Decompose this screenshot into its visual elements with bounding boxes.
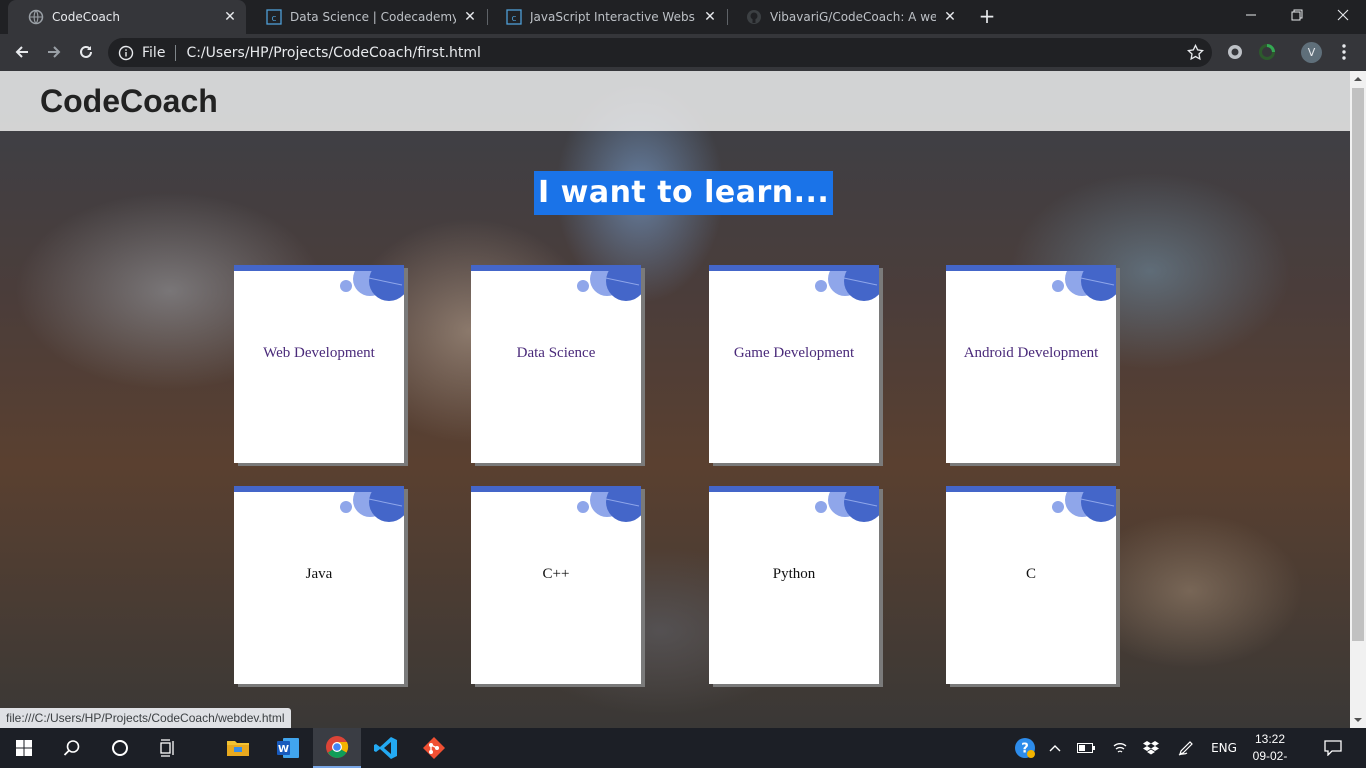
clock-time: 13:22 bbox=[1254, 732, 1286, 746]
address-separator bbox=[175, 44, 177, 61]
address-bar[interactable]: File C:/Users/HP/Projects/CodeCoach/firs… bbox=[108, 38, 1212, 67]
restore-button[interactable] bbox=[1274, 0, 1320, 30]
card-decoration-icon bbox=[815, 492, 879, 522]
restore-icon bbox=[1291, 9, 1303, 21]
new-tab-button[interactable]: + bbox=[976, 5, 998, 27]
input-language[interactable]: ENG bbox=[1207, 728, 1241, 768]
search-icon[interactable] bbox=[48, 728, 96, 768]
card-label: Python bbox=[772, 566, 816, 582]
close-tab-icon[interactable]: ✕ bbox=[222, 9, 238, 25]
git-icon[interactable] bbox=[410, 728, 458, 768]
github-icon bbox=[746, 9, 762, 25]
tab-javascript[interactable]: c JavaScript Interactive Websites | Code… bbox=[486, 0, 726, 34]
card-decoration-icon bbox=[577, 492, 641, 522]
tab-strip: CodeCoach ✕ c Data Science | Codecademy … bbox=[0, 0, 1366, 34]
card-decoration-icon bbox=[1052, 492, 1116, 522]
card-label: C bbox=[1025, 566, 1036, 582]
vscode-icon[interactable] bbox=[362, 728, 410, 768]
notifications-icon[interactable] bbox=[1318, 728, 1348, 768]
site-logo[interactable]: CodeCoach bbox=[40, 83, 218, 120]
reload-icon bbox=[80, 45, 92, 58]
card-decoration-icon bbox=[340, 492, 404, 522]
vertical-scrollbar[interactable] bbox=[1350, 71, 1366, 728]
tab-github[interactable]: VibavariG/CodeCoach: A website ✕ bbox=[726, 0, 966, 34]
close-tab-icon[interactable]: ✕ bbox=[702, 9, 718, 25]
card-decoration-icon bbox=[815, 271, 879, 301]
forward-button[interactable] bbox=[40, 38, 68, 66]
card-decoration-icon bbox=[577, 271, 641, 301]
back-button[interactable] bbox=[8, 38, 36, 66]
codecademy-icon: c bbox=[266, 9, 282, 25]
card-label: Data Science bbox=[516, 345, 596, 361]
card-label: Game Development bbox=[733, 345, 855, 361]
svg-text:c: c bbox=[272, 14, 277, 24]
extension-icon[interactable] bbox=[1226, 43, 1244, 61]
tab-title: JavaScript Interactive Websites | Codeca… bbox=[530, 10, 696, 24]
battery-icon[interactable] bbox=[1074, 728, 1098, 768]
close-tab-icon[interactable]: ✕ bbox=[462, 9, 478, 25]
card-label: Web Development bbox=[263, 345, 375, 361]
page-headline: I want to learn... bbox=[534, 171, 834, 215]
back-arrow-icon bbox=[15, 46, 28, 58]
site-header: CodeCoach bbox=[0, 71, 1350, 131]
tab-title: CodeCoach bbox=[52, 10, 120, 24]
word-icon[interactable]: W bbox=[264, 728, 312, 768]
tab-title: VibavariG/CodeCoach: A website bbox=[770, 10, 936, 24]
url-text[interactable]: C:/Users/HP/Projects/CodeCoach/first.htm… bbox=[186, 45, 480, 61]
card-android-development[interactable]: Android Development bbox=[946, 265, 1116, 463]
tab-codecoach[interactable]: CodeCoach ✕ bbox=[8, 0, 246, 34]
file-explorer-icon[interactable] bbox=[214, 728, 262, 768]
windows-start-icon[interactable] bbox=[0, 728, 48, 768]
browser-toolbar: File C:/Users/HP/Projects/CodeCoach/firs… bbox=[0, 34, 1366, 71]
dropbox-icon[interactable] bbox=[1139, 728, 1163, 768]
windows-taskbar: W ? ENG 13:22 09-02-2020 bbox=[0, 728, 1366, 768]
pen-ink-icon[interactable] bbox=[1174, 728, 1198, 768]
close-icon bbox=[1337, 9, 1349, 21]
card-python[interactable]: Python bbox=[709, 486, 879, 684]
clock-date: 09-02-2020 bbox=[1252, 749, 1288, 768]
card-label: C++ bbox=[542, 566, 570, 582]
card-c[interactable]: C bbox=[946, 486, 1116, 684]
card-game-development[interactable]: Game Development bbox=[709, 265, 879, 463]
forward-arrow-icon bbox=[48, 46, 61, 58]
scrollbar-thumb[interactable] bbox=[1352, 88, 1364, 641]
system-clock[interactable]: 13:22 09-02-2020 bbox=[1240, 731, 1300, 768]
tab-data-science[interactable]: c Data Science | Codecademy ✕ bbox=[246, 0, 486, 34]
card-label: Android Development bbox=[963, 345, 1099, 361]
menu-kebab-icon[interactable] bbox=[1336, 42, 1352, 62]
card-decoration-icon bbox=[1052, 271, 1116, 301]
scroll-down-icon[interactable] bbox=[1354, 716, 1362, 724]
scroll-up-icon[interactable] bbox=[1354, 75, 1362, 83]
profile-avatar[interactable]: V bbox=[1301, 42, 1322, 63]
extension-spinner-icon[interactable] bbox=[1258, 43, 1276, 61]
tab-title: Data Science | Codecademy bbox=[290, 10, 456, 24]
svg-text:W: W bbox=[278, 744, 289, 755]
link-status-bar: file:///C:/Users/HP/Projects/CodeCoach/w… bbox=[0, 708, 291, 728]
minimize-button[interactable] bbox=[1228, 0, 1274, 30]
page-viewport: CodeCoach I want to learn... Web Develop… bbox=[0, 71, 1350, 728]
task-view-icon[interactable] bbox=[144, 728, 192, 768]
card-decoration-icon bbox=[340, 271, 404, 301]
show-hidden-icons-icon[interactable] bbox=[1044, 728, 1066, 768]
close-window-button[interactable] bbox=[1320, 0, 1366, 30]
bookmark-star-icon[interactable] bbox=[1187, 44, 1204, 61]
globe-icon bbox=[28, 9, 44, 25]
close-tab-icon[interactable]: ✕ bbox=[942, 9, 958, 25]
help-icon[interactable]: ? bbox=[1011, 728, 1039, 768]
svg-text:c: c bbox=[512, 14, 517, 24]
codecademy-icon: c bbox=[506, 9, 522, 25]
minimize-icon bbox=[1246, 14, 1256, 16]
card-java[interactable]: Java bbox=[234, 486, 404, 684]
card-label: Java bbox=[305, 566, 333, 582]
card-web-development[interactable]: Web Development bbox=[234, 265, 404, 463]
card-data-science[interactable]: Data Science bbox=[471, 265, 641, 463]
chrome-icon[interactable] bbox=[313, 728, 361, 768]
cortana-icon[interactable] bbox=[96, 728, 144, 768]
info-icon[interactable] bbox=[118, 45, 134, 61]
reload-button[interactable] bbox=[72, 38, 100, 66]
url-scheme: File bbox=[142, 44, 166, 61]
card-cpp[interactable]: C++ bbox=[471, 486, 641, 684]
wifi-icon[interactable] bbox=[1108, 728, 1132, 768]
